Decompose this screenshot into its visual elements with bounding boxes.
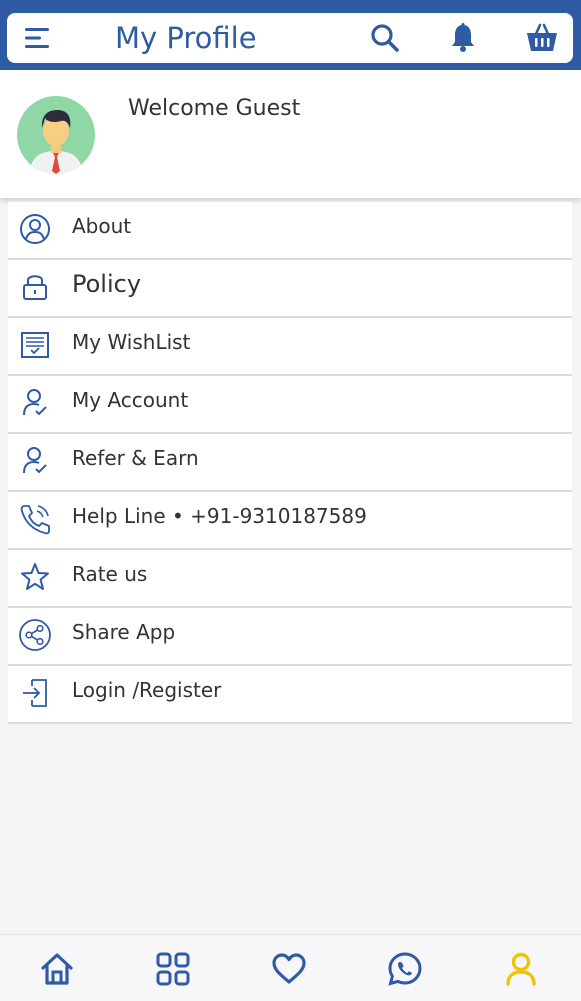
menu-item-my-account[interactable]: My Account <box>8 376 572 434</box>
app-bar: My Profile <box>7 13 573 63</box>
welcome-text: Welcome Guest <box>128 96 301 121</box>
whatsapp-icon[interactable] <box>387 951 423 987</box>
home-icon[interactable] <box>39 951 75 987</box>
menu-label-refer-earn: Refer & Earn <box>72 446 199 470</box>
menu-label-share-app: Share App <box>72 620 176 644</box>
user-check-icon <box>18 444 52 478</box>
star-icon <box>18 560 52 594</box>
search-icon[interactable] <box>369 22 401 54</box>
user-check-icon <box>18 386 52 420</box>
login-icon <box>18 676 52 710</box>
list-icon <box>18 328 52 362</box>
menu-item-share-app[interactable]: Share App <box>8 608 572 666</box>
menu-item-wishlist[interactable]: My WishList <box>8 318 572 376</box>
menu-item-rate-us[interactable]: Rate us <box>8 550 572 608</box>
menu-item-policy[interactable]: Policy <box>8 260 572 318</box>
avatar[interactable] <box>17 96 95 174</box>
menu-label-wishlist: My WishList <box>72 330 191 354</box>
share-icon <box>18 618 52 652</box>
page-title: My Profile <box>115 21 257 55</box>
lock-icon <box>18 270 52 304</box>
phone-icon <box>18 502 52 536</box>
menu-item-about[interactable]: About <box>8 202 572 260</box>
menu-label-rate-us: Rate us <box>72 562 148 586</box>
menu-label-login-register: Login /Register <box>72 678 222 702</box>
bell-icon[interactable] <box>447 22 479 54</box>
profile-card: Welcome Guest <box>0 70 581 198</box>
menu-item-help-line[interactable]: Help Line • +91-9310187589 <box>8 492 572 550</box>
menu-label-help-line: Help Line • +91-9310187589 <box>72 504 367 528</box>
menu-list: About Policy My WishList My Account Refe… <box>8 202 572 724</box>
menu-item-login-register[interactable]: Login /Register <box>8 666 572 724</box>
menu-label-my-account: My Account <box>72 388 189 412</box>
profile-icon[interactable] <box>503 951 539 987</box>
menu-label-policy: Policy <box>72 270 142 298</box>
heart-icon[interactable] <box>271 951 307 987</box>
menu-label-about: About <box>72 214 132 238</box>
bottom-nav <box>0 934 581 1001</box>
user-circle-icon <box>18 212 52 246</box>
menu-icon[interactable] <box>25 26 53 50</box>
grid-icon[interactable] <box>155 951 191 987</box>
cart-icon[interactable] <box>525 22 557 54</box>
menu-item-refer-earn[interactable]: Refer & Earn <box>8 434 572 492</box>
